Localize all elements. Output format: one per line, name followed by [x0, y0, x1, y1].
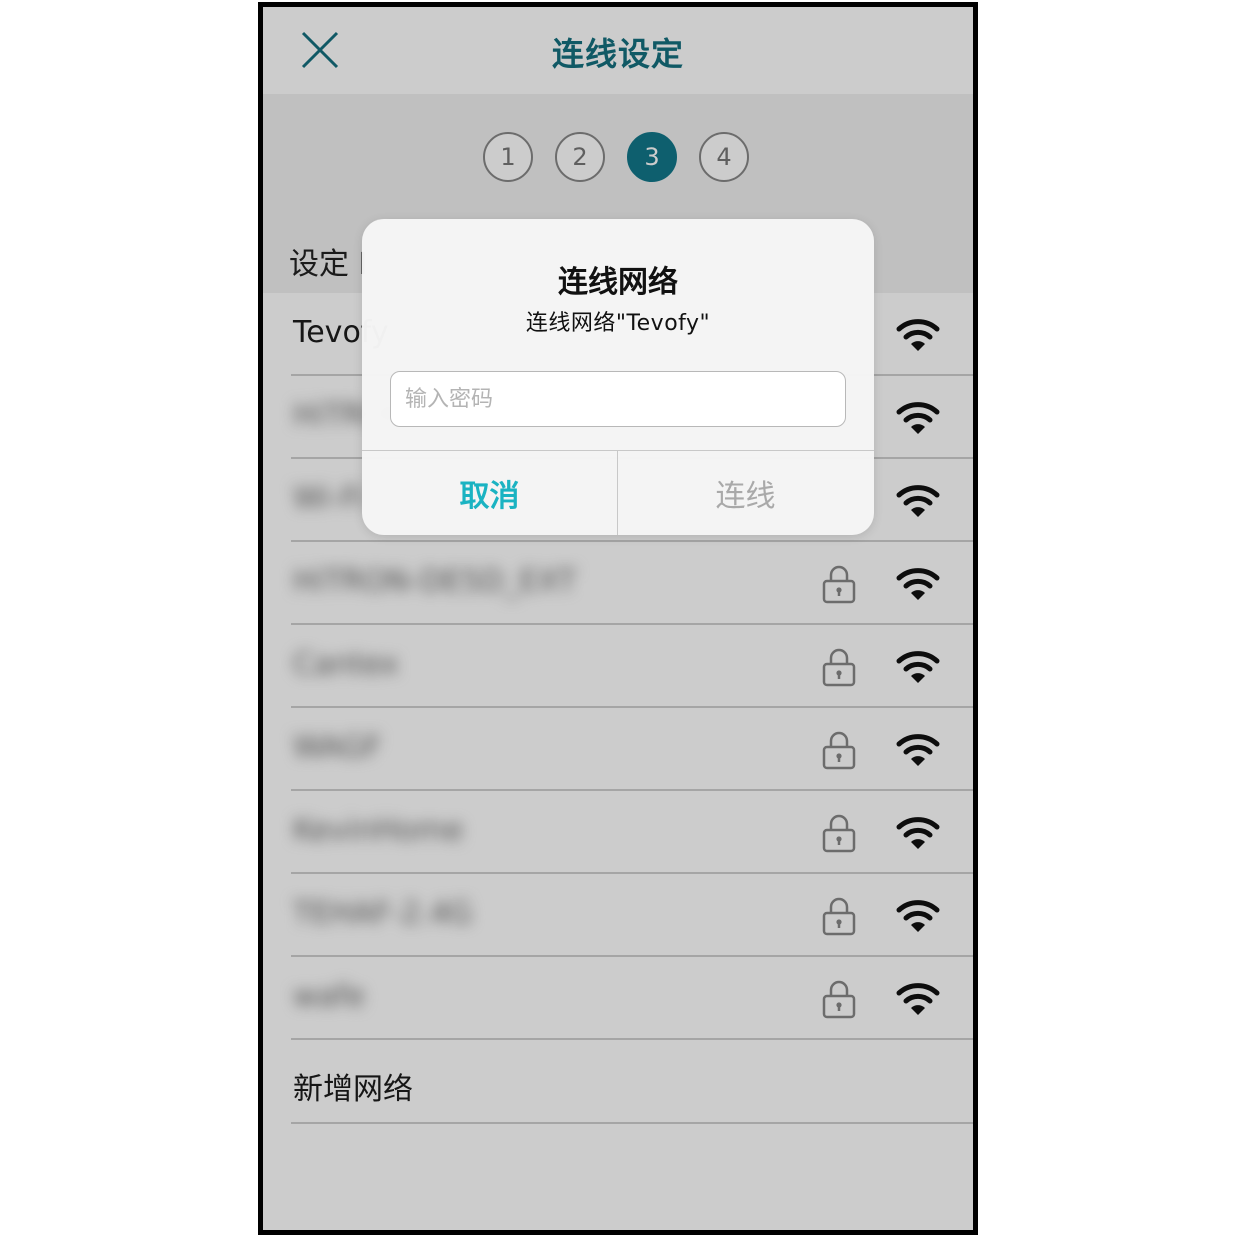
- connect-network-dialog: 连线网络 连线网络"Tevofy" 取消 连线: [362, 219, 874, 535]
- connect-button[interactable]: 连线: [618, 451, 873, 535]
- cancel-button[interactable]: 取消: [362, 451, 617, 535]
- dialog-message: 连线网络"Tevofy": [525, 311, 711, 336]
- modal-backdrop: [263, 7, 973, 1230]
- dialog-title: 连线网络: [558, 265, 678, 300]
- phone-frame: 连线设定 1234 设定 I Tevofy HiTRON Wi-Fi HiTRON-D…: [258, 2, 978, 1235]
- connection-setup-screen: 连线设定 1234 设定 I Tevofy HiTRON Wi-Fi HiTRON-D…: [263, 7, 973, 1230]
- password-input[interactable]: [390, 371, 846, 427]
